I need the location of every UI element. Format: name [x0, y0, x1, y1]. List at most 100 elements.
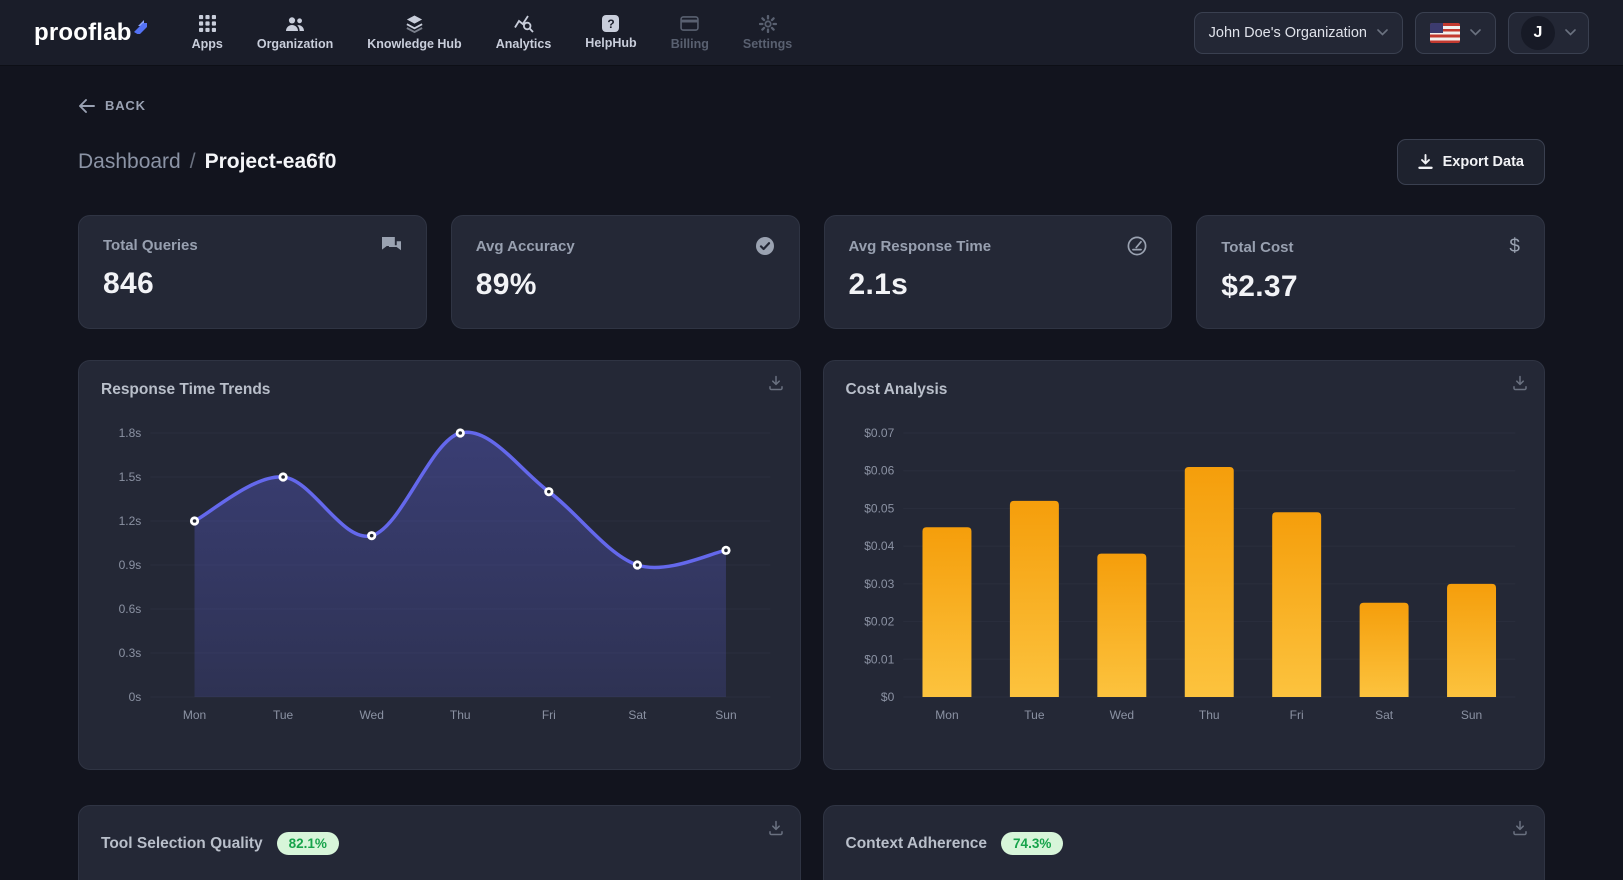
stat-label: Total Queries — [103, 237, 198, 254]
question-glyph: ? — [607, 16, 615, 31]
apps-grid-icon — [198, 15, 216, 33]
chevron-down-icon — [1470, 29, 1481, 36]
export-data-label: Export Data — [1442, 154, 1524, 170]
stat-value: 89% — [475, 268, 537, 301]
nav-label: HelpHub — [585, 36, 637, 50]
breadcrumb-parent[interactable]: Dashboard — [78, 150, 181, 174]
nav-item-helphub[interactable]: ? HelpHub — [585, 15, 637, 50]
stat-value: $2.37 — [1221, 270, 1298, 303]
nav-label: Settings — [742, 36, 793, 51]
avatar: J — [1521, 15, 1555, 50]
svg-text:$0.01: $0.01 — [864, 652, 894, 666]
svg-text:$0: $0 — [880, 690, 894, 704]
helphub-icon: ? — [602, 15, 620, 32]
svg-text:1.2s: 1.2s — [119, 514, 142, 528]
svg-text:Sat: Sat — [628, 708, 647, 722]
nav-item-apps[interactable]: Apps — [192, 15, 223, 51]
brand-name: prooflab — [34, 18, 132, 46]
brand-arrow-icon — [133, 19, 148, 39]
nav-item-settings[interactable]: Settings — [742, 14, 793, 51]
svg-text:$0.07: $0.07 — [864, 426, 894, 440]
svg-text:Mon: Mon — [935, 708, 958, 722]
svg-text:Fri: Fri — [1289, 708, 1303, 722]
stat-label: Total Cost — [1221, 238, 1294, 256]
brand-logo[interactable]: prooflab — [34, 19, 148, 47]
svg-text:Sun: Sun — [715, 708, 736, 722]
svg-text:$0.06: $0.06 — [864, 464, 894, 478]
svg-text:$0.05: $0.05 — [864, 501, 894, 515]
analytics-icon — [513, 15, 534, 33]
back-label: BACK — [105, 98, 146, 113]
svg-text:$0.04: $0.04 — [864, 539, 894, 553]
chevron-down-icon — [1377, 29, 1388, 36]
svg-text:Sat: Sat — [1375, 708, 1394, 722]
nav-item-knowledge-hub[interactable]: Knowledge Hub — [367, 14, 462, 51]
svg-text:Tue: Tue — [1024, 708, 1045, 722]
navbar-right: John Doe's Organization J — [1193, 11, 1589, 54]
nav-label: Organization — [256, 36, 334, 51]
chevron-down-icon — [1565, 29, 1576, 36]
stat-card-total-cost: Total Cost $ $2.37 — [1196, 215, 1545, 329]
nav-item-organization[interactable]: Organization — [257, 15, 333, 51]
settings-icon — [758, 14, 777, 33]
export-data-button[interactable]: Export Data — [1396, 139, 1545, 185]
top-navbar: prooflab Apps Organization Knowledge Hub — [0, 0, 1623, 66]
svg-text:Fri: Fri — [542, 708, 556, 722]
nav-label: Analytics — [495, 36, 552, 51]
knowledge-hub-icon — [405, 14, 424, 33]
nav-item-billing[interactable]: Billing — [671, 15, 709, 51]
svg-text:Thu: Thu — [450, 708, 471, 722]
metric-badge: 82.1% — [276, 832, 339, 855]
chat-icon — [381, 236, 402, 255]
stat-card-total-queries: Total Queries 846 — [78, 215, 427, 329]
svg-text:1.5s: 1.5s — [119, 470, 142, 484]
svg-text:0.9s: 0.9s — [119, 558, 142, 572]
response-time-trends-card: Response Time Trends 0s 0.3s 0.6s 0.9s 1.2s 1… — [78, 360, 801, 770]
stats-row: Total Queries 846 Avg Accuracy 89% Avg R… — [78, 215, 1545, 329]
svg-text:Wed: Wed — [359, 708, 383, 722]
chart-title: Response Time Trends — [101, 381, 271, 398]
svg-text:$0.02: $0.02 — [864, 615, 894, 629]
stat-value: 2.1s — [848, 268, 909, 301]
download-chart-icon[interactable] — [768, 820, 784, 836]
user-menu[interactable]: J — [1508, 11, 1589, 54]
main-nav: Apps Organization Knowledge Hub Analytic… — [192, 14, 793, 51]
nav-item-analytics[interactable]: Analytics — [495, 15, 552, 51]
nav-label: Apps — [191, 36, 223, 51]
us-flag-icon — [1430, 22, 1460, 43]
stat-card-avg-accuracy: Avg Accuracy 89% — [450, 215, 800, 329]
download-chart-icon[interactable] — [1512, 375, 1528, 391]
nav-label: Knowledge Hub — [367, 36, 462, 51]
language-selector[interactable] — [1415, 11, 1496, 54]
metric-title: Tool Selection Quality — [101, 834, 263, 852]
svg-text:Wed: Wed — [1109, 708, 1133, 722]
billing-icon — [680, 15, 700, 33]
chart-title: Cost Analysis — [845, 381, 948, 398]
response-time-line-chart: 0s 0.3s 0.6s 0.9s 1.2s 1.5s 1.8s Mon Tue Wed Thu Fr… — [119, 426, 771, 722]
dollar-icon: $ — [1509, 236, 1520, 257]
arrow-left-icon — [79, 98, 95, 113]
stat-value: 846 — [103, 267, 154, 300]
svg-text:0.3s: 0.3s — [119, 646, 142, 660]
org-selector-value: John Doe's Organization — [1208, 24, 1367, 41]
org-selector[interactable]: John Doe's Organization — [1193, 11, 1403, 54]
charts-row: Response Time Trends 0s 0.3s 0.6s 0.9s 1.2s 1… — [78, 360, 1545, 770]
download-chart-icon[interactable] — [1512, 820, 1528, 836]
stat-card-avg-response-time: Avg Response Time 2.1s — [823, 215, 1173, 329]
back-button[interactable]: BACK — [78, 98, 146, 113]
download-chart-icon[interactable] — [768, 375, 784, 391]
metrics-row: Tool Selection Quality 82.1% Context Adh… — [78, 805, 1545, 880]
metric-title: Context Adherence — [845, 834, 988, 852]
breadcrumb: Dashboard / Project-ea6f0 — [78, 150, 336, 174]
nav-label: Billing — [670, 36, 709, 51]
svg-text:0.6s: 0.6s — [119, 602, 142, 616]
metric-badge: 74.3% — [1001, 832, 1064, 855]
main-content: BACK Dashboard / Project-ea6f0 Export Da… — [0, 66, 1623, 880]
breadcrumb-separator: / — [189, 150, 196, 173]
svg-text:1.8s: 1.8s — [119, 426, 142, 440]
svg-text:Tue: Tue — [273, 708, 294, 722]
tool-selection-quality-card: Tool Selection Quality 82.1% — [78, 805, 801, 880]
stat-label: Avg Accuracy — [475, 237, 575, 255]
cost-analysis-bar-chart: $0 $0.01 $0.02 $0.03 $0.04 $0.05 $0.06 $0.07 Mon… — [864, 426, 1515, 722]
check-circle-icon — [755, 236, 775, 256]
